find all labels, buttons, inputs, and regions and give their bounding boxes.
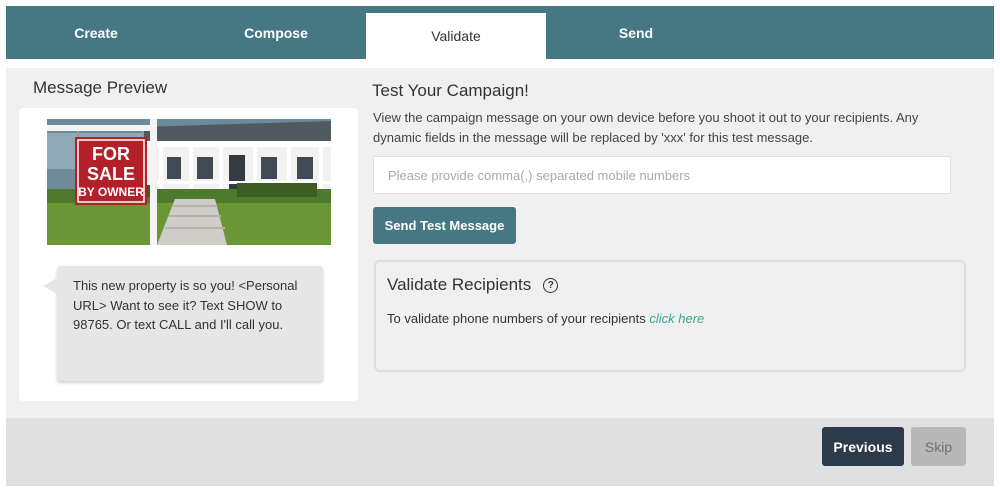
help-icon[interactable]: ? (543, 277, 559, 293)
message-bubble: This new property is so you! <Personal U… (43, 266, 323, 381)
validate-recipients-text: To validate phone numbers of your recipi… (387, 311, 646, 326)
tab-send[interactable]: Send (546, 6, 726, 59)
test-campaign-description: View the campaign message on your own de… (373, 110, 919, 145)
validate-click-here-link[interactable]: click here (649, 311, 704, 326)
test-campaign-title: Test Your Campaign! (372, 81, 529, 100)
footer-bar: Previous Skip (6, 418, 994, 486)
sign-text-for: FOR (92, 144, 130, 164)
skip-button[interactable]: Skip (911, 427, 966, 466)
tab-validate[interactable]: Validate (366, 13, 546, 59)
validate-recipients-title-row: Validate Recipients ? (387, 275, 559, 295)
sign-text-sale: SALE (87, 164, 135, 184)
step-tabs: Create Compose Validate Send (6, 6, 994, 59)
validate-recipients-title: Validate Recipients (387, 275, 532, 294)
tab-compose[interactable]: Compose (186, 6, 366, 59)
message-preview-title: Message Preview (33, 78, 168, 97)
tab-create[interactable]: Create (6, 6, 186, 59)
previous-button[interactable]: Previous (822, 427, 904, 466)
validate-recipients-panel: Validate Recipients ? To validate phone … (374, 260, 966, 372)
property-photo: FOR SALE BY OWNER (47, 119, 331, 245)
validate-recipients-text-row: To validate phone numbers of your recipi… (387, 311, 704, 326)
send-test-message-button[interactable]: Send Test Message (373, 207, 516, 244)
mobile-numbers-input[interactable] (373, 156, 951, 194)
message-preview-card: FOR SALE BY OWNER This new property is s… (19, 108, 358, 401)
sign-text-by-owner: BY OWNER (78, 185, 144, 199)
main-panel: Message Preview FOR SALE BY OWNER This n… (6, 68, 994, 418)
